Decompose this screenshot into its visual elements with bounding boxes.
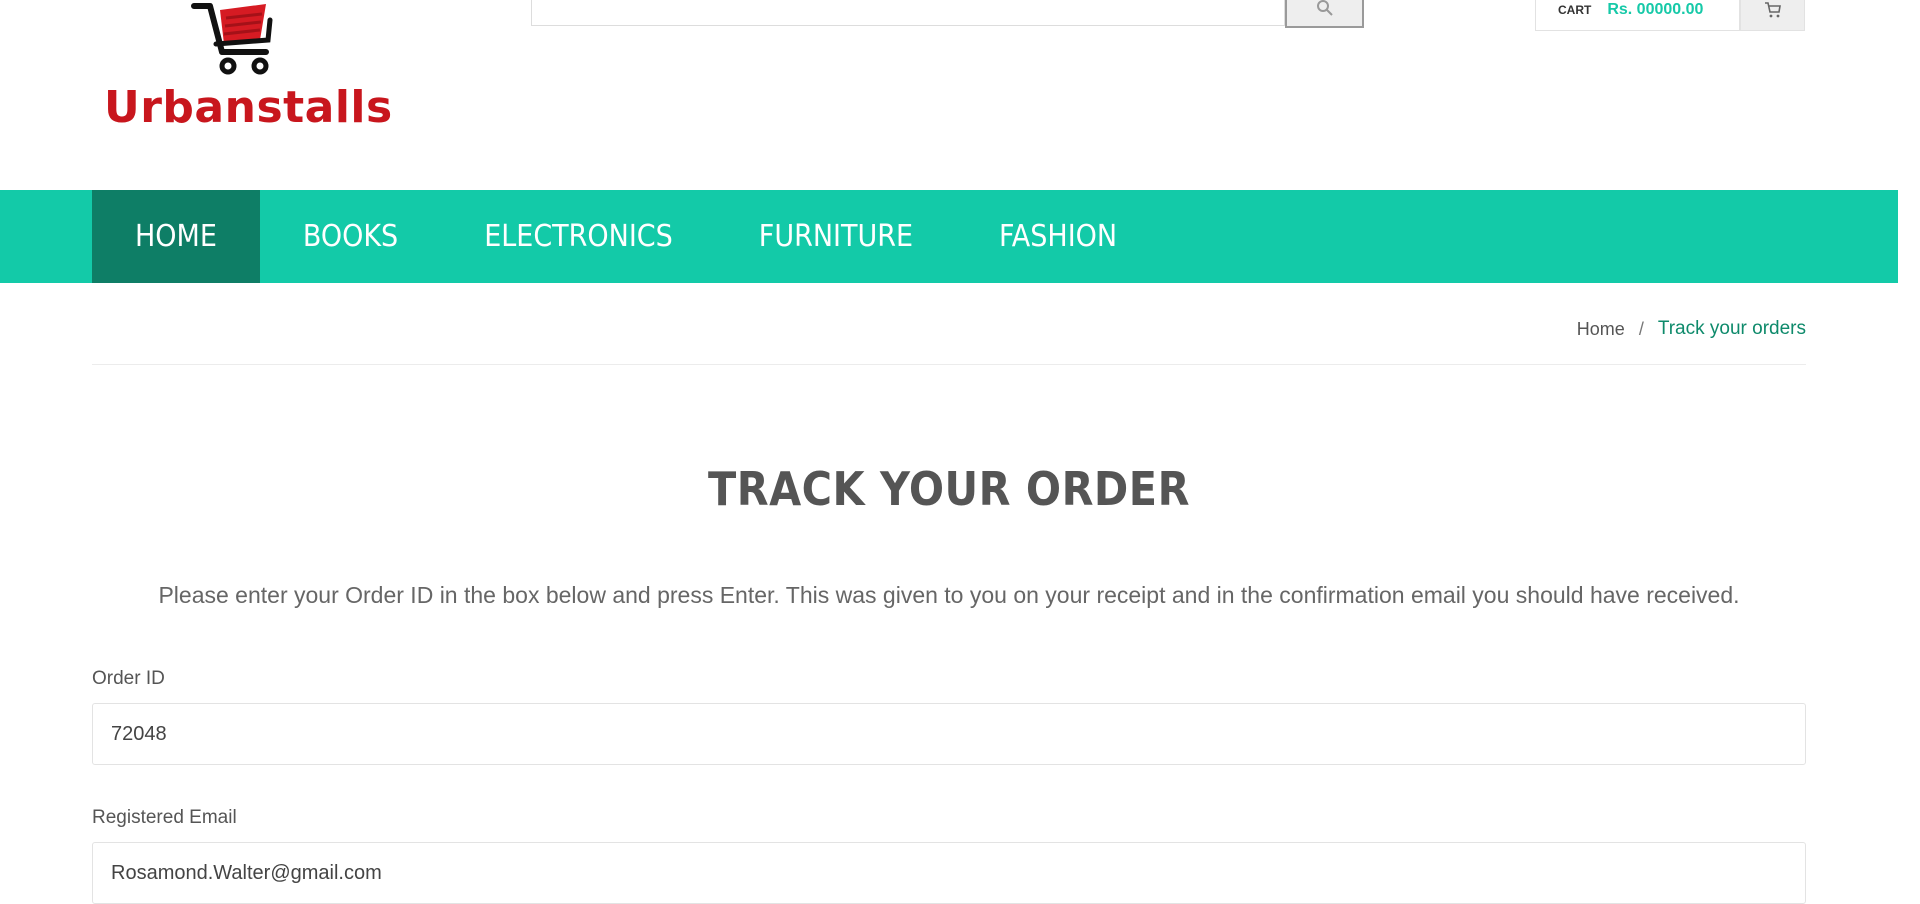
cart-total: Rs. 00000.00 [1607, 1, 1704, 18]
breadcrumb-divider [92, 364, 1806, 365]
cart-icon [1764, 2, 1781, 18]
nav-item-home[interactable]: HOME [92, 190, 260, 283]
email-input[interactable] [92, 842, 1806, 904]
search-input[interactable] [531, 0, 1285, 26]
order-id-label: Order ID [92, 668, 165, 689]
nav-item-electronics[interactable]: ELECTRONICS [441, 190, 716, 283]
site-header: Urbanstalls CART Rs. 00000.00 [0, 0, 1920, 190]
email-label: Registered Email [92, 807, 237, 828]
shopping-cart-logo-icon [191, 3, 273, 75]
breadcrumb-home-link[interactable]: Home [1577, 319, 1625, 340]
main-navigation: HOME BOOKS ELECTRONICS FURNITURE FASHION [0, 190, 1898, 283]
cart-button[interactable] [1740, 0, 1805, 31]
cart-label: CART [1558, 3, 1592, 17]
page-title: TRACK YOUR ORDER [708, 462, 1190, 516]
nav-item-fashion[interactable]: FASHION [956, 190, 1160, 283]
breadcrumb-separator: / [1638, 318, 1644, 339]
search-button[interactable] [1285, 0, 1364, 28]
order-id-input[interactable] [92, 703, 1806, 765]
breadcrumb: Home / Track your orders [1577, 318, 1806, 340]
nav-item-furniture[interactable]: FURNITURE [716, 190, 956, 283]
cart-summary[interactable]: CART Rs. 00000.00 [1535, 0, 1740, 31]
breadcrumb-current: Track your orders [1657, 318, 1806, 339]
search-icon [1316, 0, 1333, 16]
intro-text: Please enter your Order ID in the box be… [158, 582, 1740, 608]
nav-list: HOME BOOKS ELECTRONICS FURNITURE FASHION [92, 190, 1160, 283]
brand-name: Urbanstalls [104, 82, 393, 133]
nav-item-books[interactable]: BOOKS [260, 190, 441, 283]
site-logo[interactable]: Urbanstalls [104, 0, 392, 140]
